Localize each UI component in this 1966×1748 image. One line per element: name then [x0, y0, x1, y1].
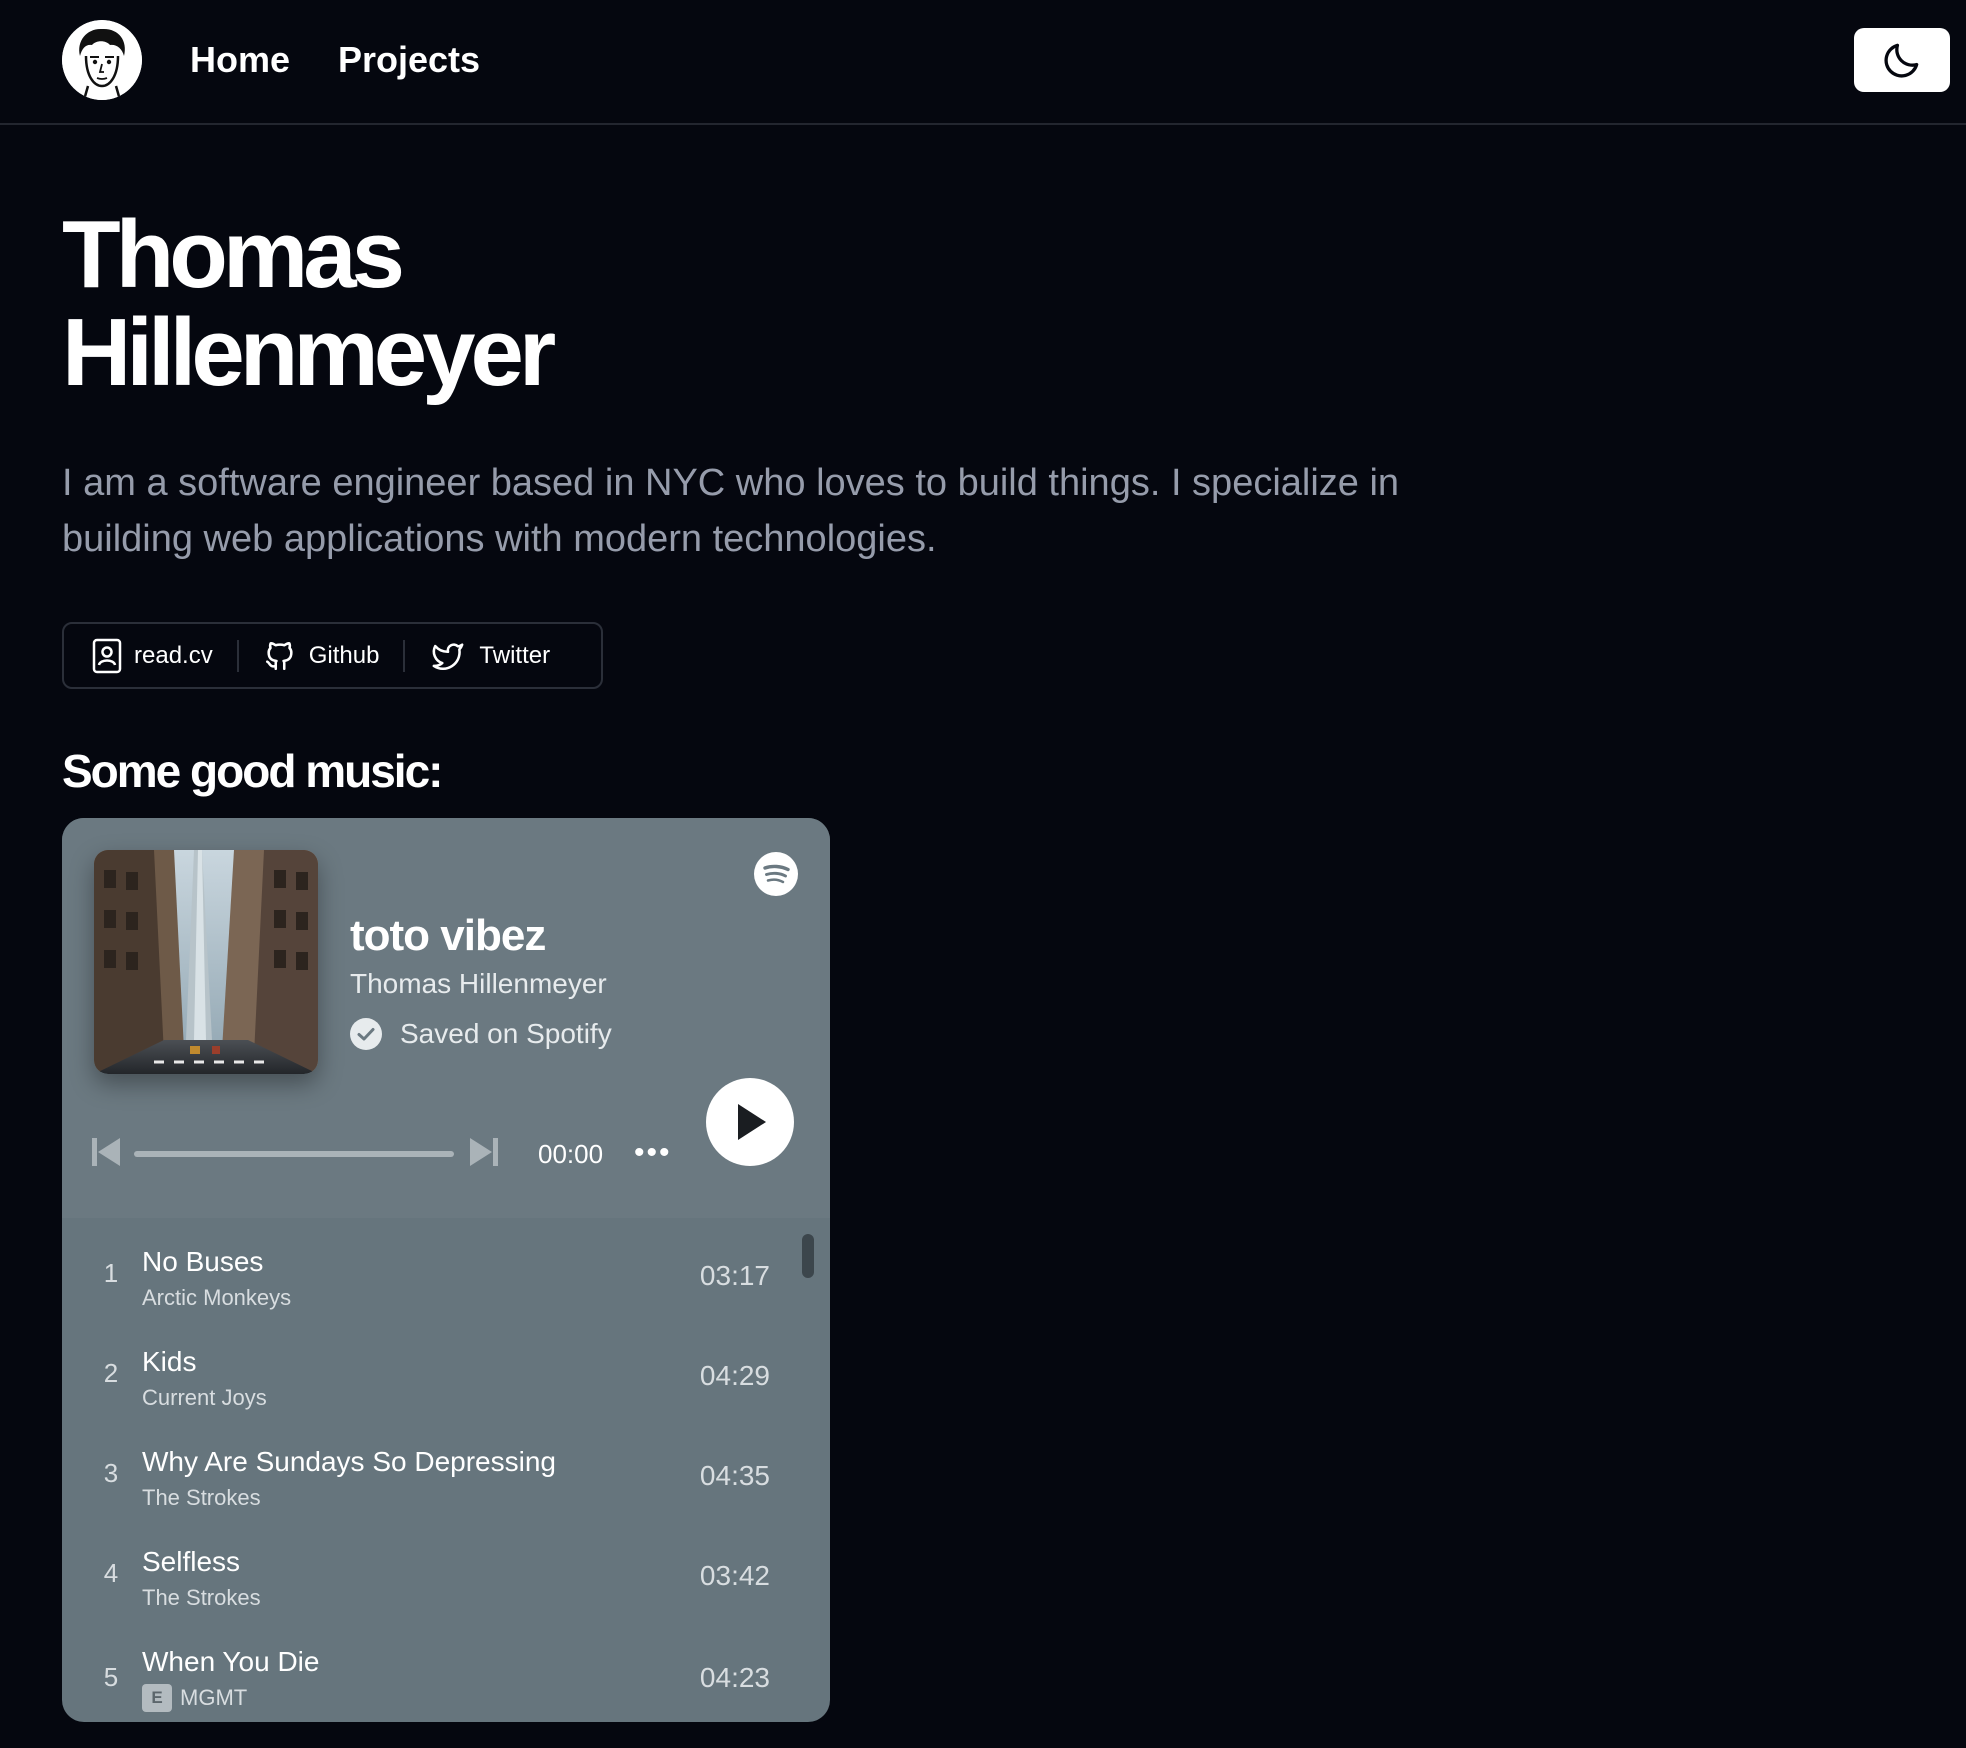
more-options-button[interactable]: ••• [634, 1138, 672, 1168]
avatar[interactable] [62, 20, 142, 100]
track-artist-label: Current Joys [142, 1385, 267, 1410]
nav-projects-link[interactable]: Projects [338, 36, 480, 84]
top-nav: Home Projects [0, 0, 1966, 125]
track-number: 3 [103, 1458, 119, 1488]
skip-forward-icon[interactable] [468, 1136, 498, 1168]
track-artist-label: The Strokes [142, 1585, 261, 1610]
track-row[interactable]: 1 No Buses Arctic Monkeys 03:17 [62, 1218, 830, 1318]
readcv-link[interactable]: read.cv [92, 638, 213, 674]
track-artist: The Strokes [142, 1584, 261, 1612]
track-row[interactable]: 4 Selfless The Strokes 03:42 [62, 1518, 830, 1618]
track-title: Why Are Sundays So Depressing [142, 1446, 556, 1477]
nav-home-link[interactable]: Home [190, 36, 290, 84]
playlist-title[interactable]: toto vibez [350, 908, 546, 964]
track-duration: 03:17 [699, 1260, 770, 1291]
track-row[interactable]: 2 Kids Current Joys 04:29 [62, 1318, 830, 1418]
avatar-face-icon [62, 20, 142, 100]
saved-label: Saved on Spotify [400, 1018, 612, 1049]
explicit-badge: E [142, 1684, 172, 1712]
track-number: 4 [103, 1558, 119, 1588]
track-duration: 04:35 [699, 1460, 770, 1491]
music-heading: Some good music: [62, 745, 443, 797]
play-button[interactable] [706, 1078, 794, 1166]
bio-text: I am a software engineer based in NYC wh… [62, 462, 1400, 560]
divider [403, 639, 406, 672]
track-number: 2 [103, 1358, 119, 1388]
contact-card-icon [92, 638, 122, 673]
spotify-icon[interactable] [754, 852, 798, 896]
social-links: read.cv Github Twitter [62, 622, 603, 689]
playlist-owner[interactable]: Thomas Hillenmeyer [350, 966, 607, 1002]
page-title: Thomas Hillenmeyer [62, 201, 556, 406]
track-duration: 03:42 [699, 1560, 770, 1591]
saved-status[interactable]: Saved on Spotify [350, 1018, 612, 1050]
track-artist-label: MGMT [180, 1685, 248, 1710]
track-list[interactable]: 1 No Buses Arctic Monkeys 03:17 2 Kids C… [62, 1218, 830, 1722]
track-title: When You Die [142, 1646, 320, 1677]
moon-icon [1884, 43, 1919, 78]
check-circle-icon [350, 1018, 382, 1050]
track-duration: 04:23 [699, 1662, 770, 1693]
track-artist-label: Arctic Monkeys [142, 1285, 292, 1310]
track-artist: E MGMT [142, 1684, 247, 1712]
track-artist: Arctic Monkeys [142, 1284, 291, 1312]
twitter-link[interactable]: Twitter [429, 639, 550, 673]
progress-bar[interactable] [134, 1151, 454, 1157]
track-row[interactable]: 5 When You Die E MGMT 04:23 [62, 1618, 830, 1718]
playlist-cover[interactable] [94, 850, 318, 1074]
twitter-label: Twitter [479, 641, 551, 669]
twitter-icon [432, 642, 464, 670]
city-street-image [94, 850, 318, 1074]
skip-back-icon[interactable] [92, 1136, 122, 1168]
github-icon [265, 641, 293, 670]
title-first-name: Thomas [62, 201, 405, 308]
track-artist: Current Joys [142, 1384, 267, 1412]
divider [236, 639, 239, 672]
github-label: Github [308, 641, 380, 669]
track-duration: 04:29 [699, 1360, 770, 1391]
track-artist-label: The Strokes [142, 1485, 261, 1510]
play-icon [738, 1104, 766, 1140]
player-header: toto vibez Thomas Hillenmeyer Saved on S… [62, 818, 830, 1218]
title-last-name: Hillenmeyer [62, 299, 556, 406]
track-title: Selfless [142, 1546, 241, 1577]
elapsed-time: 00:00 [538, 1139, 604, 1169]
track-number: 1 [103, 1258, 119, 1288]
github-link[interactable]: Github [263, 638, 380, 674]
track-title: No Buses [142, 1246, 264, 1277]
track-artist: The Strokes [142, 1484, 261, 1512]
spotify-player: toto vibez Thomas Hillenmeyer Saved on S… [62, 818, 830, 1722]
theme-toggle-button[interactable] [1854, 28, 1950, 92]
track-title: Kids [142, 1346, 197, 1377]
track-number: 5 [103, 1662, 119, 1692]
track-row[interactable]: 3 Why Are Sundays So Depressing The Stro… [62, 1418, 830, 1518]
readcv-label: read.cv [134, 641, 213, 669]
